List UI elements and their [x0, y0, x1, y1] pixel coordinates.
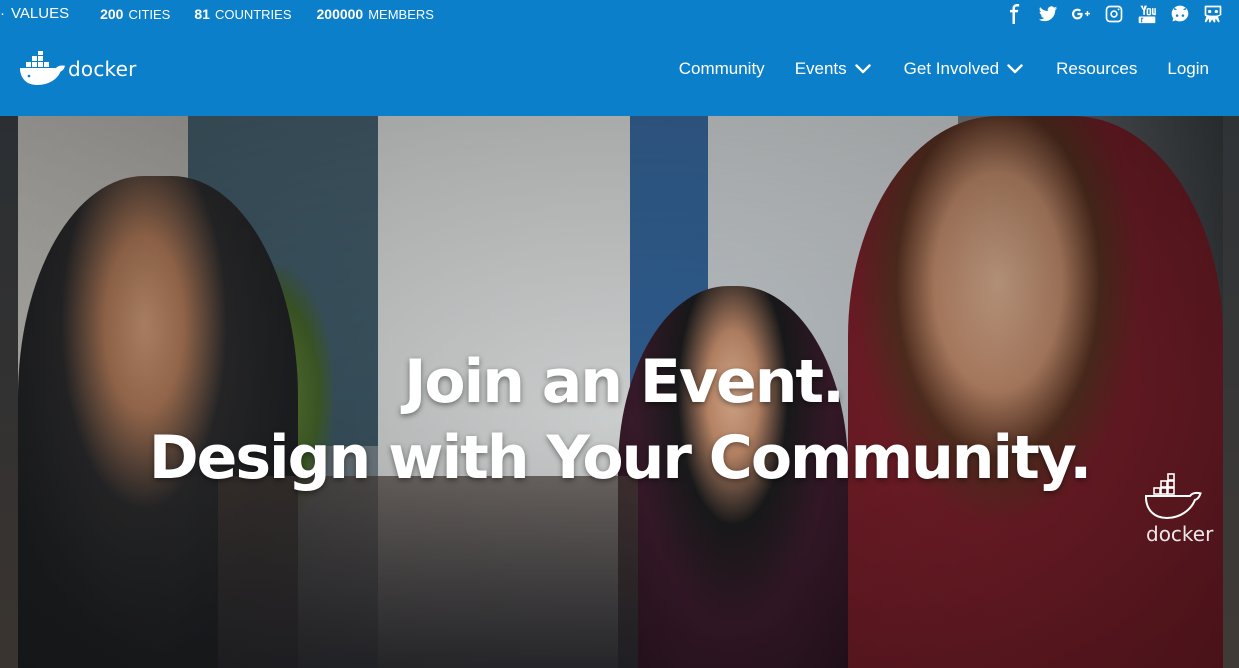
- stat-members: 200000 MEMBERS: [317, 6, 434, 22]
- stats-bar: · VALUES 200 CITIES 81 COUNTRIES 200000 …: [0, 0, 1239, 27]
- youtube-icon[interactable]: [1135, 2, 1159, 26]
- stat-cities: 200 CITIES: [100, 6, 170, 22]
- chevron-down-icon: [854, 61, 871, 77]
- nav-resources[interactable]: Resources: [1056, 59, 1137, 79]
- hero-headline: Join an Event. Design with Your Communit…: [0, 116, 1239, 668]
- stat-countries: 81 COUNTRIES: [194, 6, 291, 22]
- facebook-icon[interactable]: [1003, 2, 1027, 26]
- values-label: VALUES: [11, 5, 70, 22]
- stat-label: COUNTRIES: [214, 6, 292, 22]
- nav-label: Get Involved: [903, 59, 1000, 78]
- nav-label: Events: [794, 59, 847, 78]
- stat-label: CITIES: [128, 6, 171, 22]
- hero-section: docker Join an Event. Design with Your C…: [0, 116, 1239, 668]
- nav-community[interactable]: Community: [679, 59, 765, 79]
- nav-events[interactable]: Events: [795, 59, 871, 79]
- stat-number: 200000: [316, 5, 364, 22]
- social-links: [994, 0, 1225, 27]
- instagram-icon[interactable]: [1102, 2, 1126, 26]
- hero-headline-line1: Join an Event.: [404, 347, 845, 417]
- github-icon[interactable]: [1168, 2, 1192, 26]
- values-link[interactable]: · VALUES: [0, 5, 69, 22]
- stat-number: 200: [100, 5, 124, 22]
- nav-login[interactable]: Login: [1167, 59, 1209, 79]
- chevron-down-icon: [1007, 61, 1023, 77]
- bullet-icon: ·: [0, 5, 5, 22]
- hero-headline-line2: Design with Your Community.: [148, 423, 1092, 493]
- stat-number: 81: [194, 5, 210, 22]
- nav-label: Resources: [1056, 59, 1138, 78]
- google-plus-icon[interactable]: [1069, 2, 1093, 26]
- docker-whale-icon: [20, 51, 65, 85]
- slideshare-icon[interactable]: [1201, 2, 1225, 26]
- nav-label: Login: [1167, 59, 1209, 78]
- nav-get-involved[interactable]: Get Involved: [904, 59, 1023, 79]
- brand-name: docker: [68, 57, 137, 81]
- stat-label: MEMBERS: [368, 6, 434, 22]
- docker-logo-link[interactable]: docker: [18, 51, 137, 87]
- main-navbar: docker Community Events Get Involved Res…: [0, 27, 1239, 116]
- twitter-icon[interactable]: [1036, 2, 1060, 26]
- primary-nav: Community Events Get Involved Resources …: [679, 59, 1209, 79]
- stats-group: · VALUES 200 CITIES 81 COUNTRIES 200000 …: [0, 0, 434, 27]
- nav-label: Community: [678, 59, 765, 78]
